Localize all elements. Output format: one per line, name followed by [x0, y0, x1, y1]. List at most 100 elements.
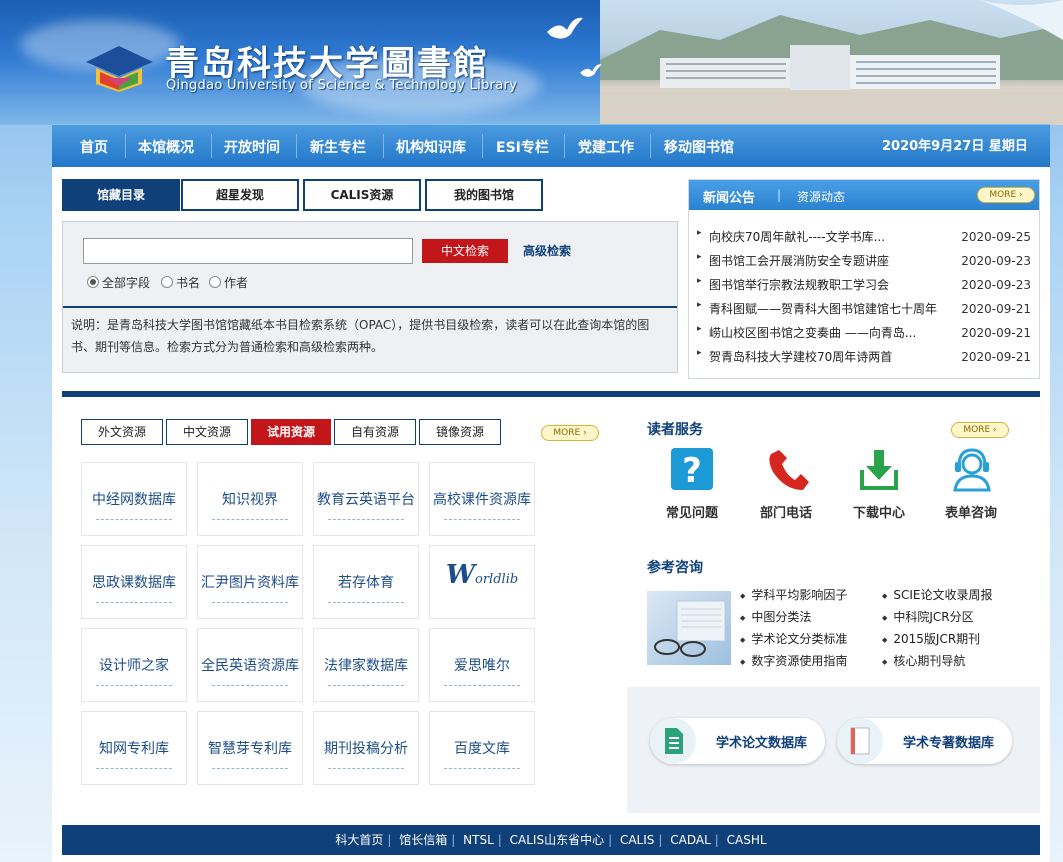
headset-icon[interactable] — [949, 446, 995, 492]
services-more-button[interactable]: MORE › — [951, 422, 1009, 438]
dashed-underline — [96, 685, 172, 686]
tab-my-library[interactable]: 我的图书馆 — [425, 179, 543, 211]
resource-tile[interactable]: 中经网数据库 — [81, 462, 187, 536]
ref-link[interactable]: 学术论文分类标准 — [740, 630, 847, 647]
radio-label: 全部字段 — [102, 276, 151, 290]
nav-separator — [383, 134, 384, 158]
download-center-label[interactable]: 下载中心 — [839, 502, 919, 521]
glasses-icon — [654, 600, 726, 657]
footer-separator: | — [497, 833, 502, 847]
ref-link[interactable]: 数字资源使用指南 — [740, 652, 847, 669]
form-consult-label[interactable]: 表单咨询 — [931, 502, 1011, 521]
resource-tile[interactable]: 汇尹图片资料库 — [197, 545, 303, 619]
tab-own-resources[interactable]: 自有资源 — [334, 419, 416, 445]
nav-esi[interactable]: ESI专栏 — [496, 137, 549, 157]
resource-tile[interactable]: 教育云英语平台 — [313, 462, 419, 536]
ref-link[interactable]: 核心期刊导航 — [882, 652, 965, 669]
resource-name: 汇尹图片资料库 — [201, 575, 299, 591]
ref-link[interactable]: SCIE论文收录周报 — [882, 586, 992, 603]
site-header: 青岛科技大学圖書館 Qingdao University of Science … — [0, 0, 1063, 125]
tab-trial-resources[interactable]: 试用资源 — [251, 419, 331, 445]
advanced-search-link[interactable]: 高级检索 — [523, 242, 571, 259]
footer-link-calis[interactable]: CALIS — [620, 833, 654, 847]
tab-mirror-resources[interactable]: 镜像资源 — [419, 419, 501, 445]
tab-foreign-resources[interactable]: 外文资源 — [81, 419, 163, 445]
resource-tile[interactable]: 设计师之家 — [81, 628, 187, 702]
footer-link-mailbox[interactable]: 馆长信箱 — [399, 833, 447, 847]
news-item[interactable]: ▸ 崂山校区图书馆之变奏曲 ——向青岛... 2020-09-21 — [697, 324, 1033, 344]
radio-icon — [209, 276, 221, 288]
news-date: 2020-09-23 — [961, 254, 1031, 268]
nav-party[interactable]: 党建工作 — [578, 137, 634, 157]
news-item[interactable]: ▸ 图书馆工会开展消防安全专题讲座 2020-09-23 — [697, 252, 1033, 272]
news-item[interactable]: ▸ 向校庆70周年献礼----文学书库... 2020-09-25 — [697, 228, 1033, 248]
nav-repository[interactable]: 机构知识库 — [396, 137, 466, 157]
footer-link-home[interactable]: 科大首页 — [335, 833, 383, 847]
phone-icon[interactable] — [765, 446, 811, 492]
ref-link[interactable]: 学科平均影响因子 — [740, 586, 847, 603]
tab-chinese-resources[interactable]: 中文资源 — [166, 419, 248, 445]
resource-name: 知识视界 — [222, 492, 278, 508]
tab-news[interactable]: 新闻公告 — [703, 187, 755, 206]
footer-separator: | — [608, 833, 613, 847]
download-icon[interactable] — [856, 446, 902, 492]
ref-link[interactable]: 中图分类法 — [740, 608, 811, 625]
resource-tile[interactable]: 全民英语资源库 — [197, 628, 303, 702]
tab-resource-news[interactable]: 资源动态 — [797, 188, 845, 205]
nav-separator — [650, 134, 651, 158]
radio-title[interactable]: 书名 — [161, 274, 200, 291]
ref-link[interactable]: 中科院JCR分区 — [882, 608, 973, 625]
news-title: 崂山校区图书馆之变奏曲 ——向青岛... — [709, 326, 917, 340]
footer-link-calis-shandong[interactable]: CALIS山东省中心 — [510, 833, 604, 847]
resource-tile[interactable]: 高校课件资源库 — [429, 462, 535, 536]
resource-name: 高校课件资源库 — [433, 492, 531, 508]
resource-tile[interactable]: 若存体育 — [313, 545, 419, 619]
news-more-button[interactable]: MORE › — [977, 187, 1035, 203]
dashed-underline — [212, 685, 288, 686]
footer-link-ntsl[interactable]: NTSL — [463, 833, 494, 847]
resources-more-button[interactable]: MORE › — [541, 425, 599, 441]
footer-link-cadal[interactable]: CADAL — [670, 833, 711, 847]
tab-calis[interactable]: CALIS资源 — [303, 179, 421, 211]
resource-tile[interactable]: 爱思唯尔 — [429, 628, 535, 702]
tab-catalog[interactable]: 馆藏目录 — [62, 179, 180, 211]
monograph-database-button[interactable]: 学术专著数据库 — [837, 718, 1012, 764]
catalog-search-panel: 中文检索 高级检索 全部字段 书名 作者 说明：是青岛科技大学图书馆馆藏纸本书目… — [62, 221, 678, 373]
question-icon[interactable]: ? — [669, 446, 715, 492]
resource-tile[interactable]: 期刊投稿分析 — [313, 711, 419, 785]
resource-tile[interactable]: 智慧芽专利库 — [197, 711, 303, 785]
resource-tile[interactable]: 知网专利库 — [81, 711, 187, 785]
radio-author[interactable]: 作者 — [209, 274, 248, 291]
nav-home[interactable]: 首页 — [80, 137, 108, 157]
faq-label[interactable]: 常见问题 — [652, 502, 732, 521]
worldlib-logo: Worldlib — [430, 560, 534, 590]
resource-tile[interactable]: 知识视界 — [197, 462, 303, 536]
book-icon — [837, 718, 883, 764]
department-phone-label[interactable]: 部门电话 — [746, 502, 826, 521]
footer-separator: | — [451, 833, 456, 847]
resource-name: 百度文库 — [454, 741, 510, 757]
news-item[interactable]: ▸ 贺青岛科技大学建校70周年诗两首 2020-09-21 — [697, 348, 1033, 368]
nav-mobile-library[interactable]: 移动图书馆 — [664, 137, 734, 157]
radio-all-fields[interactable]: 全部字段 — [87, 274, 150, 291]
dashed-underline — [444, 685, 520, 686]
tab-chaoxing[interactable]: 超星发现 — [181, 179, 299, 211]
dashed-underline — [328, 602, 404, 603]
nav-freshmen[interactable]: 新生专栏 — [310, 137, 366, 157]
ref-link[interactable]: 2015版JCR期刊 — [882, 630, 980, 647]
news-item[interactable]: ▸ 图书馆举行宗教法规教职工学习会 2020-09-23 — [697, 276, 1033, 296]
search-input[interactable] — [83, 238, 413, 264]
resource-tile[interactable]: 法律家数据库 — [313, 628, 419, 702]
thesis-database-button[interactable]: 学术论文数据库 — [650, 718, 825, 764]
resource-tile[interactable]: 百度文库 — [429, 711, 535, 785]
nav-hours[interactable]: 开放时间 — [224, 137, 280, 157]
dove-icon — [580, 64, 602, 77]
resource-tile-worldlib[interactable]: Worldlib — [429, 545, 535, 619]
footer-link-cashl[interactable]: CASHL — [727, 833, 767, 847]
nav-separator — [296, 134, 297, 158]
news-item[interactable]: ▸ 青科图赋——贺青科大图书馆建馆七十周年 2020-09-21 — [697, 300, 1033, 320]
chinese-search-button[interactable]: 中文检索 — [422, 239, 508, 263]
nav-about[interactable]: 本馆概况 — [138, 137, 194, 157]
dashed-underline — [328, 768, 404, 769]
resource-tile[interactable]: 思政课数据库 — [81, 545, 187, 619]
